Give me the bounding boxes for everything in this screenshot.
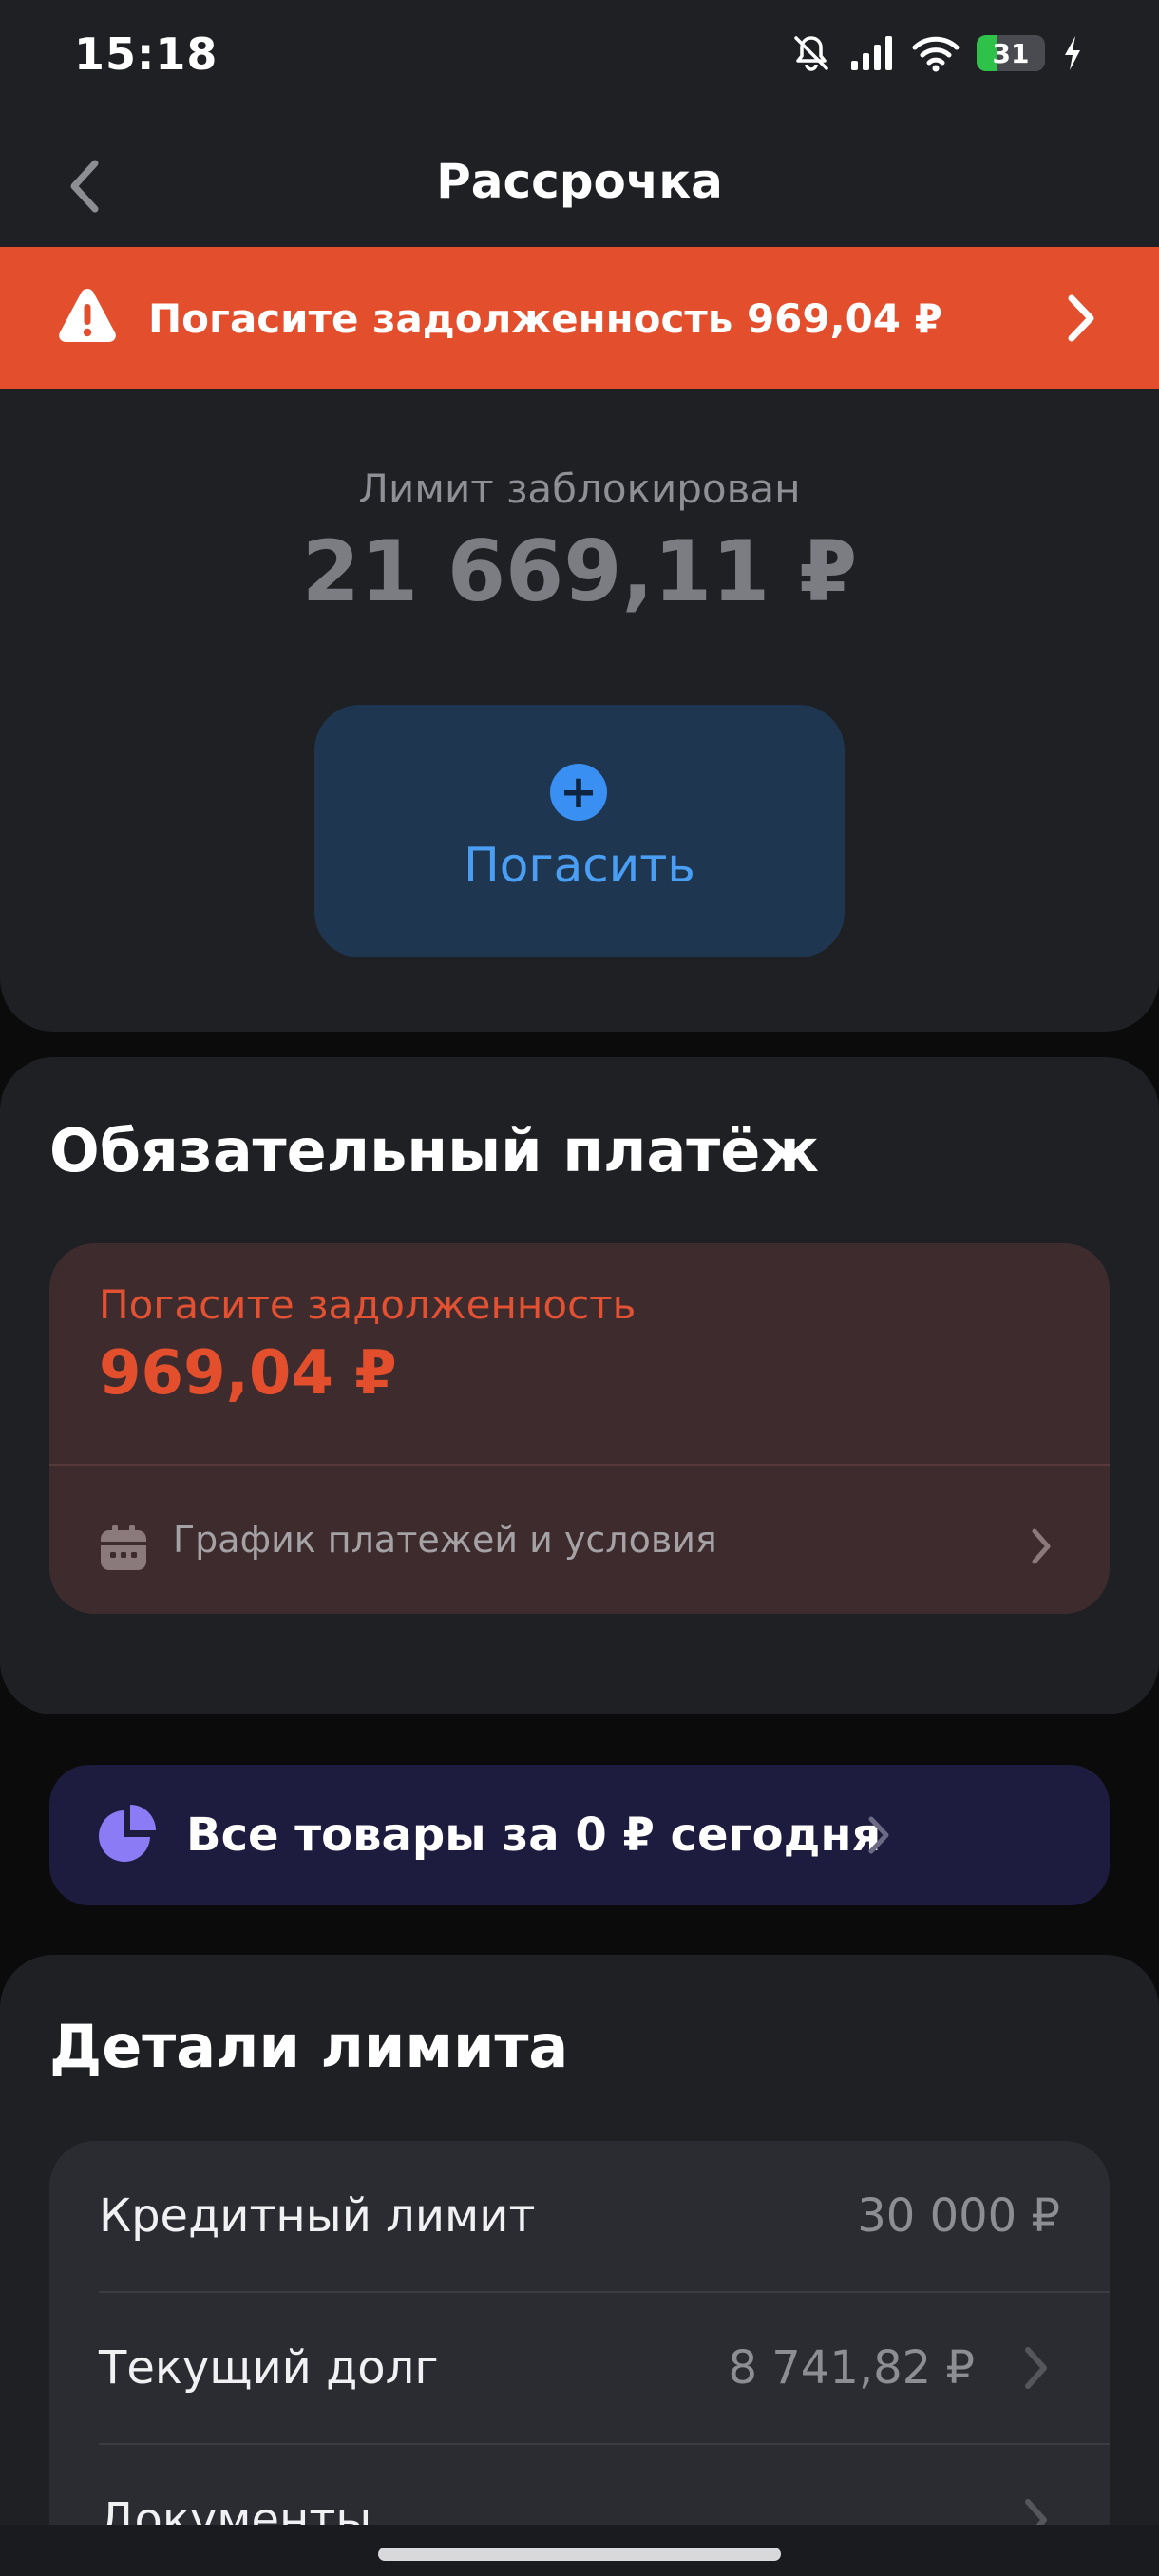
wifi-icon — [912, 36, 960, 72]
limit-details-card: Детали лимита Кредитный лимит 30 000 ₽ Т… — [0, 1955, 1159, 2576]
battery-icon: 31 — [977, 35, 1045, 71]
bell-muted-icon — [794, 36, 828, 71]
detail-value: 30 000 ₽ — [857, 2189, 1060, 2243]
status-bar: 15:18 31 — [0, 0, 1159, 114]
chevron-right-icon — [1068, 294, 1094, 342]
chevron-right-icon — [1032, 1528, 1051, 1564]
detail-value: 8 741,82 ₽ — [728, 2341, 975, 2395]
calendar-icon — [101, 1525, 146, 1570]
detail-row-current-debt[interactable]: Текущий долг 8 741,82 ₽ — [49, 2293, 1110, 2443]
limit-details-title: Детали лимита — [49, 2012, 569, 2081]
debt-amount: 969,04 ₽ — [99, 1338, 397, 1409]
header-card: Рассрочка Погасите задолженность 969,04 … — [0, 114, 1159, 1032]
limit-status-label: Лимит заблокирован — [358, 465, 801, 512]
schedule-label: График платежей и условия — [173, 1519, 717, 1561]
debt-caption: Погасите задолженность — [99, 1281, 636, 1328]
detail-label: Текущий долг — [99, 2341, 439, 2395]
warning-icon — [59, 289, 116, 342]
promo-banner[interactable]: Все товары за 0 ₽ сегодня — [49, 1765, 1110, 1905]
mandatory-payment-title: Обязательный платёж — [49, 1116, 819, 1185]
repay-button[interactable]: + Погасить — [314, 705, 845, 957]
repay-button-label: Погасить — [464, 838, 695, 893]
payment-schedule-link[interactable]: График платежей и условия — [49, 1466, 1110, 1614]
home-indicator[interactable] — [378, 2548, 781, 2561]
limit-details-list: Кредитный лимит 30 000 ₽ Текущий долг 8 … — [49, 2141, 1110, 2576]
installment-screen: 15:18 31 Рассрочка Погасите задолженност… — [0, 0, 1159, 2576]
promo-text: Все товары за 0 ₽ сегодня — [186, 1809, 882, 1862]
mandatory-payment-card: Обязательный платёж Погасите задолженнос… — [0, 1057, 1159, 1714]
status-time: 15:18 — [74, 28, 218, 80]
battery-level: 31 — [992, 37, 1030, 69]
chevron-right-icon — [1025, 2347, 1047, 2389]
debt-box[interactable]: Погасите задолженность 969,04 ₽ График п… — [49, 1243, 1110, 1614]
debt-warning-banner[interactable]: Погасите задолженность 969,04 ₽ — [0, 247, 1159, 389]
plus-icon: + — [550, 764, 607, 821]
status-icons: 31 — [790, 32, 1083, 74]
warning-text: Погасите задолженность 969,04 ₽ — [148, 294, 942, 342]
signal-icon — [851, 36, 892, 70]
page-title: Рассрочка — [436, 154, 723, 209]
chevron-right-icon — [868, 1816, 889, 1854]
charging-icon — [1065, 36, 1080, 70]
pie-chart-icon — [99, 1805, 156, 1862]
detail-row-credit-limit: Кредитный лимит 30 000 ₽ — [49, 2141, 1110, 2291]
limit-amount: 21 669,11 ₽ — [301, 522, 858, 620]
detail-label: Кредитный лимит — [99, 2189, 536, 2243]
